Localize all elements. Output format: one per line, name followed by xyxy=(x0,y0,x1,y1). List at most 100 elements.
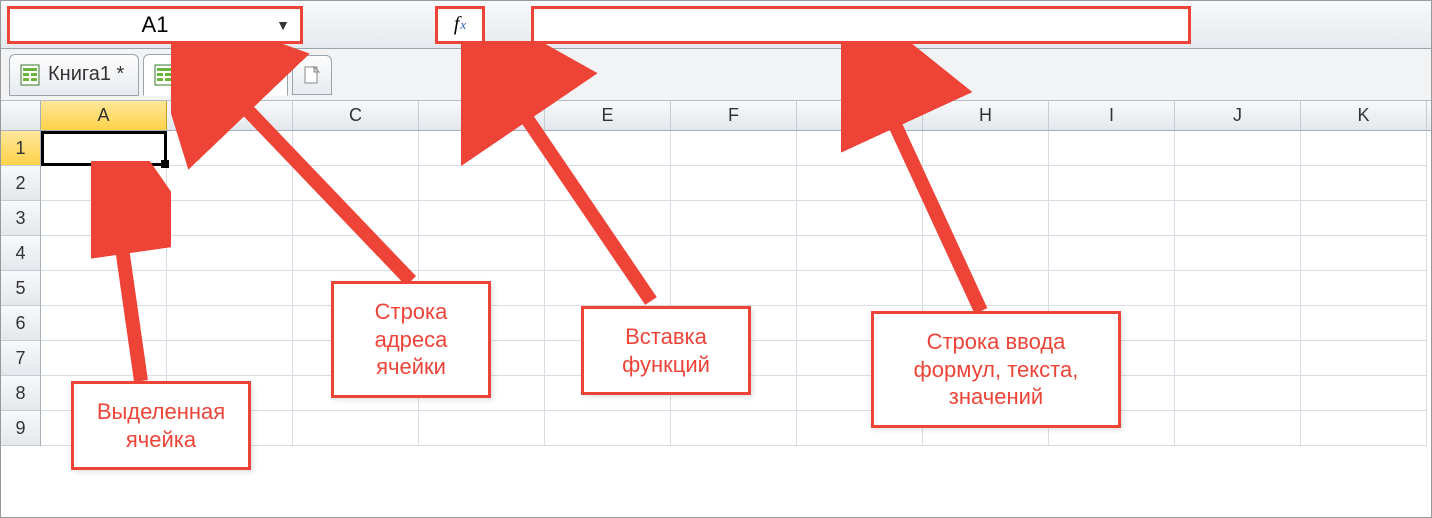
cell[interactable] xyxy=(167,166,293,201)
cell[interactable] xyxy=(797,131,923,166)
column-header-J[interactable]: J xyxy=(1175,101,1301,130)
cell[interactable] xyxy=(1301,271,1427,306)
cell[interactable] xyxy=(1175,201,1301,236)
row-header-2[interactable]: 2 xyxy=(1,166,41,201)
formula-input[interactable] xyxy=(531,6,1191,44)
cell[interactable] xyxy=(545,236,671,271)
cell[interactable] xyxy=(41,236,167,271)
cell[interactable] xyxy=(1301,341,1427,376)
cell[interactable] xyxy=(419,236,545,271)
cell[interactable] xyxy=(167,271,293,306)
cell[interactable] xyxy=(923,236,1049,271)
cell[interactable] xyxy=(545,131,671,166)
cell[interactable] xyxy=(1175,236,1301,271)
cell[interactable] xyxy=(41,306,167,341)
cell[interactable] xyxy=(1175,341,1301,376)
row-header-6[interactable]: 6 xyxy=(1,306,41,341)
cell[interactable] xyxy=(41,271,167,306)
new-workbook-button[interactable] xyxy=(292,55,332,95)
cell[interactable] xyxy=(1175,306,1301,341)
cell[interactable] xyxy=(293,201,419,236)
cell[interactable] xyxy=(1301,411,1427,446)
row-header-3[interactable]: 3 xyxy=(1,201,41,236)
cell[interactable] xyxy=(545,201,671,236)
cell[interactable] xyxy=(419,166,545,201)
cell[interactable] xyxy=(1301,166,1427,201)
insert-function-button[interactable]: fx xyxy=(435,6,485,44)
cell[interactable] xyxy=(545,411,671,446)
column-header-E[interactable]: E xyxy=(545,101,671,130)
cell[interactable] xyxy=(1301,236,1427,271)
cell[interactable] xyxy=(1049,236,1175,271)
cell[interactable] xyxy=(797,166,923,201)
cell[interactable] xyxy=(1301,306,1427,341)
cell[interactable] xyxy=(293,411,419,446)
chevron-down-icon[interactable]: ▼ xyxy=(276,17,290,33)
cell[interactable] xyxy=(923,271,1049,306)
cell[interactable] xyxy=(1049,201,1175,236)
select-all-corner[interactable] xyxy=(1,101,41,130)
cell[interactable] xyxy=(419,411,545,446)
cell[interactable] xyxy=(671,166,797,201)
cell[interactable] xyxy=(41,201,167,236)
column-header-G[interactable]: G xyxy=(797,101,923,130)
column-header-B[interactable]: B xyxy=(167,101,293,130)
row-header-7[interactable]: 7 xyxy=(1,341,41,376)
column-header-H[interactable]: H xyxy=(923,101,1049,130)
cell[interactable] xyxy=(419,201,545,236)
cell[interactable] xyxy=(671,271,797,306)
cell[interactable] xyxy=(545,166,671,201)
cell[interactable] xyxy=(167,131,293,166)
cell[interactable] xyxy=(797,236,923,271)
cell[interactable] xyxy=(1049,271,1175,306)
row-header-9[interactable]: 9 xyxy=(1,411,41,446)
cell[interactable] xyxy=(419,131,545,166)
cell[interactable] xyxy=(293,166,419,201)
cell[interactable] xyxy=(41,166,167,201)
row-header-8[interactable]: 8 xyxy=(1,376,41,411)
cell[interactable] xyxy=(671,201,797,236)
column-header-K[interactable]: K xyxy=(1301,101,1427,130)
cell[interactable] xyxy=(1175,131,1301,166)
row-header-4[interactable]: 4 xyxy=(1,236,41,271)
cell[interactable] xyxy=(671,411,797,446)
close-icon[interactable]: ✕ xyxy=(259,65,272,85)
workbook-tab-1[interactable]: Книга1 * xyxy=(9,54,139,96)
cell[interactable] xyxy=(167,341,293,376)
cell[interactable] xyxy=(923,166,1049,201)
workbook-tab-2[interactable]: Книга2 ✕ xyxy=(143,54,287,96)
cell[interactable] xyxy=(1175,376,1301,411)
cell[interactable] xyxy=(1301,201,1427,236)
cell[interactable] xyxy=(293,236,419,271)
cell[interactable] xyxy=(41,341,167,376)
column-header-A[interactable]: A xyxy=(41,101,167,130)
column-header-F[interactable]: F xyxy=(671,101,797,130)
cell[interactable] xyxy=(671,131,797,166)
cell[interactable] xyxy=(923,131,1049,166)
cell[interactable] xyxy=(167,306,293,341)
cell[interactable] xyxy=(1175,411,1301,446)
cell[interactable] xyxy=(1301,376,1427,411)
cell[interactable] xyxy=(797,271,923,306)
column-header-I[interactable]: I xyxy=(1049,101,1175,130)
cell[interactable] xyxy=(1301,131,1427,166)
name-box[interactable]: A1 ▼ xyxy=(7,6,303,44)
cell[interactable] xyxy=(167,201,293,236)
cell[interactable] xyxy=(1175,166,1301,201)
column-header-D[interactable]: D xyxy=(419,101,545,130)
cell[interactable] xyxy=(1049,131,1175,166)
cell[interactable] xyxy=(293,131,419,166)
row-header-1[interactable]: 1 xyxy=(1,131,41,166)
annotation-formula-input: Строка вводаформул, текста,значений xyxy=(871,311,1121,428)
cell-A1[interactable] xyxy=(41,131,167,166)
cell[interactable] xyxy=(923,201,1049,236)
cell[interactable] xyxy=(1049,166,1175,201)
cell[interactable] xyxy=(797,201,923,236)
column-header-C[interactable]: C xyxy=(293,101,419,130)
cell[interactable] xyxy=(671,236,797,271)
cell[interactable] xyxy=(545,271,671,306)
spreadsheet-icon xyxy=(154,64,174,86)
cell[interactable] xyxy=(1175,271,1301,306)
row-header-5[interactable]: 5 xyxy=(1,271,41,306)
cell[interactable] xyxy=(167,236,293,271)
